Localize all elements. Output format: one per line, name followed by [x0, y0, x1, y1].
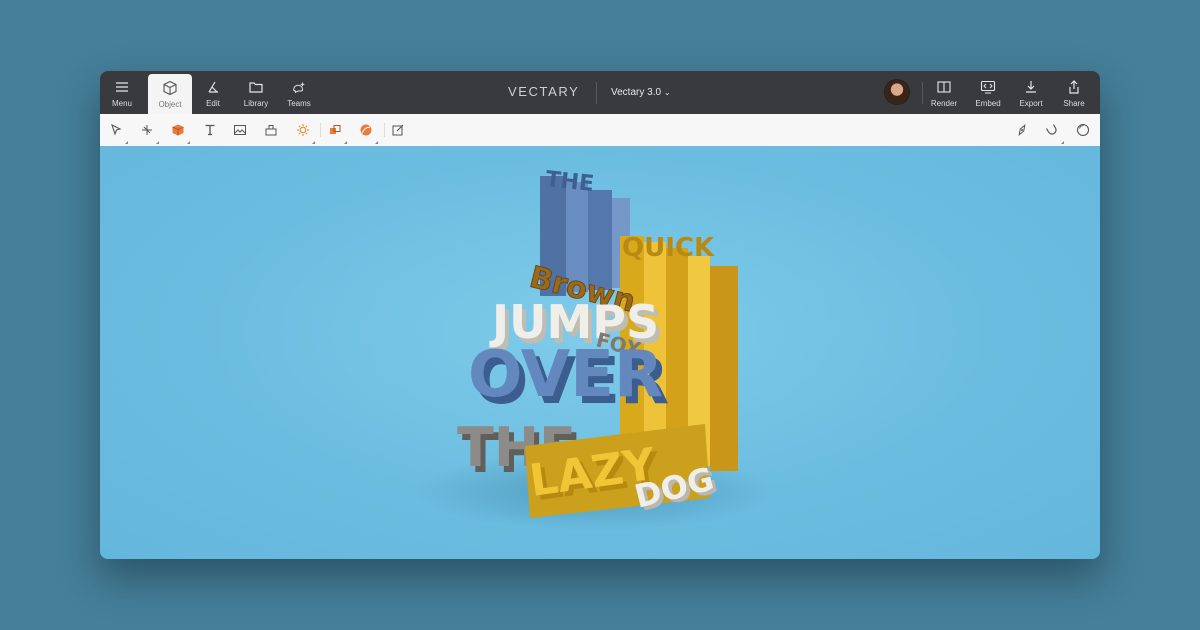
3d-viewport[interactable]: THE QUICK Brown JUMPS JUMPS FOX OVER OVE…	[100, 146, 1100, 559]
share-icon	[1069, 80, 1079, 94]
edit-box-tool[interactable]	[388, 120, 408, 140]
compass-icon	[1018, 123, 1026, 137]
text-tool[interactable]	[200, 120, 220, 140]
tab-library[interactable]: Library	[234, 71, 278, 114]
edit-label: Edit	[206, 99, 220, 108]
brand-logo: VECTARY	[508, 84, 580, 99]
material-tool[interactable]	[356, 120, 378, 144]
sphere-icon	[1076, 123, 1090, 137]
magnet-icon	[1046, 124, 1057, 135]
render-icon	[937, 81, 951, 93]
cube-outline-icon	[163, 80, 177, 96]
light-icon	[297, 124, 309, 136]
download-icon	[1026, 81, 1036, 93]
avatar[interactable]	[885, 80, 909, 104]
library-label: Library	[243, 99, 269, 108]
svg-text:OVER: OVER	[468, 338, 663, 412]
tab-object[interactable]: Object	[148, 74, 192, 114]
top-bar: Menu Object Edit Library Teams VECTARY V…	[100, 71, 1100, 114]
embed-button[interactable]: Embed	[966, 71, 1010, 114]
embed-label: Embed	[975, 99, 1001, 108]
edit-box-icon	[392, 124, 404, 136]
tab-edit[interactable]: Edit	[191, 71, 235, 114]
menu-label: Menu	[111, 99, 132, 108]
document-title: Vectary 3.0	[611, 87, 662, 98]
view-mode-tool[interactable]	[1073, 120, 1093, 140]
share-button[interactable]: Share	[1052, 71, 1096, 114]
document-title-dropdown[interactable]: Vectary 3.0 ⌄	[611, 87, 671, 98]
image-tool[interactable]	[230, 120, 250, 140]
primitives-tool[interactable]	[168, 120, 190, 144]
light-tool[interactable]	[293, 120, 315, 144]
object-label: Object	[158, 100, 182, 109]
magnet-tool[interactable]	[1042, 120, 1064, 144]
component-icon	[265, 125, 277, 136]
word-over: OVER OVER	[468, 338, 669, 419]
tab-teams[interactable]: Teams	[277, 71, 321, 114]
folder-icon	[249, 82, 263, 93]
teams-label: Teams	[287, 99, 311, 108]
boolean-icon	[330, 125, 341, 134]
pen-tool[interactable]	[137, 120, 159, 144]
embed-icon	[980, 80, 996, 94]
menu-button[interactable]: Menu	[100, 71, 144, 114]
pen-tool-icon	[142, 125, 152, 135]
divider	[596, 82, 597, 104]
select-icon	[111, 123, 122, 136]
divider	[384, 123, 385, 137]
tool-bar	[100, 114, 1100, 147]
boolean-tool[interactable]	[325, 120, 347, 144]
hamburger-icon	[116, 82, 128, 92]
snapping-tool[interactable]	[1012, 120, 1032, 140]
app-window: Menu Object Edit Library Teams VECTARY V…	[100, 71, 1100, 559]
chevron-down-icon: ⌄	[663, 88, 671, 97]
select-tool[interactable]	[106, 120, 128, 144]
material-icon	[360, 124, 372, 136]
divider	[320, 123, 321, 137]
teams-icon	[293, 82, 305, 94]
text-icon	[205, 124, 215, 136]
component-tool[interactable]	[261, 120, 281, 140]
render-button[interactable]: Render	[922, 71, 966, 114]
share-label: Share	[1063, 99, 1085, 108]
export-button[interactable]: Export	[1009, 71, 1053, 114]
svg-text:THE: THE	[544, 167, 595, 197]
typography-3d-model[interactable]: THE QUICK Brown JUMPS JUMPS FOX OVER OVE…	[100, 146, 1100, 559]
svg-text:QUICK: QUICK	[622, 233, 715, 263]
image-icon	[234, 125, 246, 135]
edit-vertex-icon	[208, 81, 218, 93]
cube-icon	[172, 124, 184, 136]
export-label: Export	[1019, 99, 1043, 108]
render-label: Render	[930, 99, 958, 108]
